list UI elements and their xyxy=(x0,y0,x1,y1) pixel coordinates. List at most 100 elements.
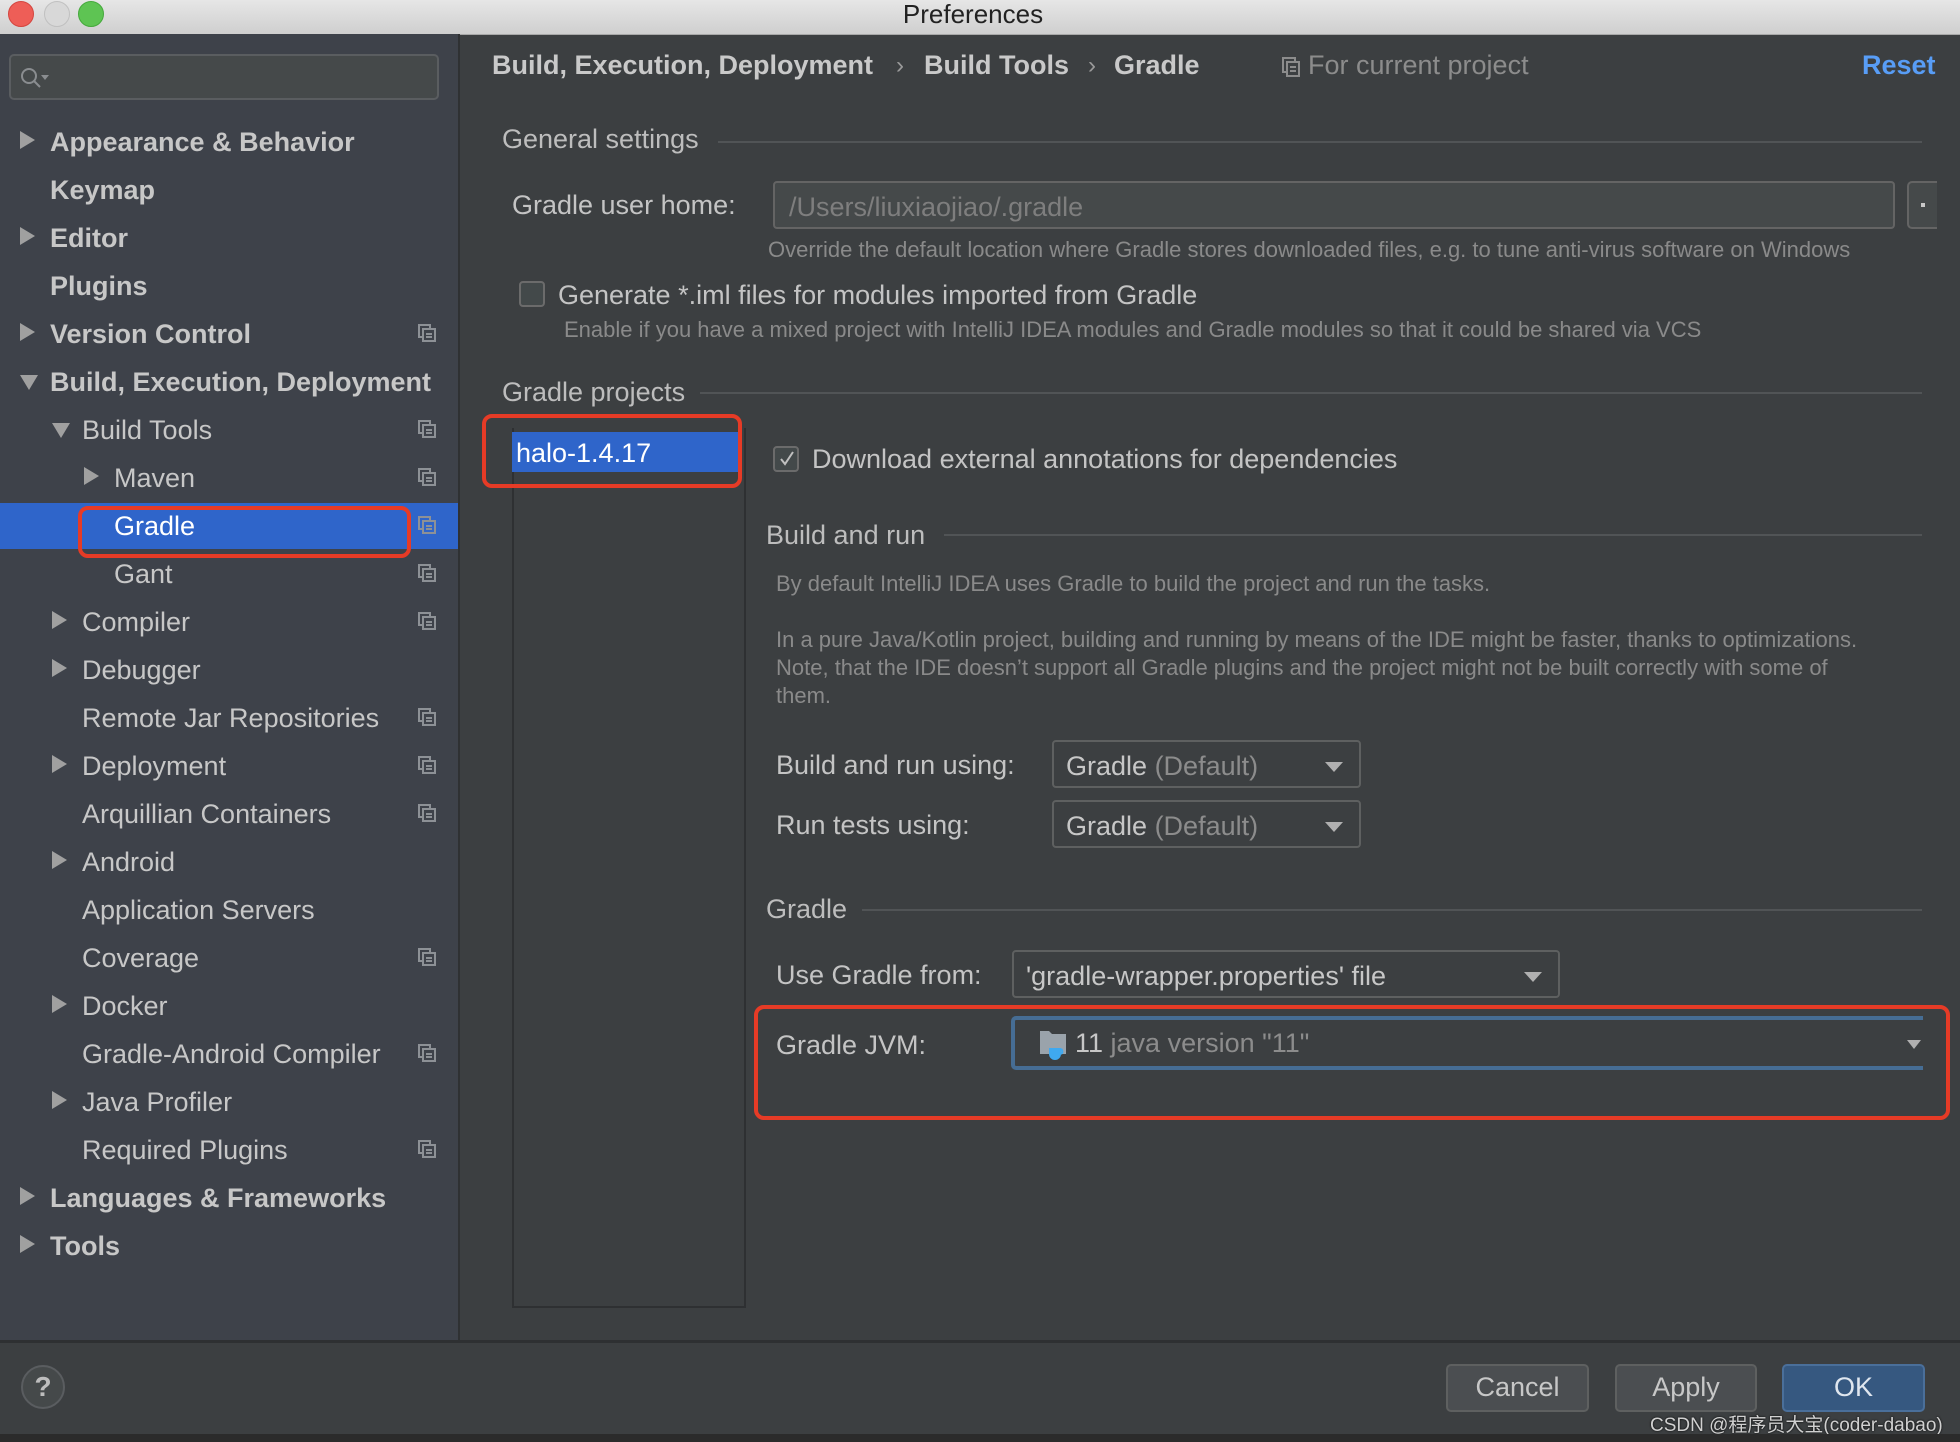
select-value: Gradle xyxy=(1066,811,1148,841)
ok-button[interactable]: OK xyxy=(1782,1364,1925,1412)
sidebar-item[interactable]: Languages & Frameworks xyxy=(0,1175,458,1221)
generate-iml-checkbox[interactable] xyxy=(519,281,545,307)
sidebar-item-label: Debugger xyxy=(82,655,201,685)
build-run-description: By default IntelliJ IDEA uses Gradle to … xyxy=(776,571,1491,596)
browse-dots-icon xyxy=(1921,203,1925,207)
project-level-icon xyxy=(418,804,436,822)
project-level-icon xyxy=(418,708,436,726)
sidebar-item[interactable]: Keymap xyxy=(0,167,458,213)
expand-right-icon[interactable] xyxy=(52,995,67,1013)
expand-right-icon[interactable] xyxy=(52,851,67,869)
sidebar-item[interactable]: Required Plugins xyxy=(0,1127,458,1173)
project-level-icon xyxy=(418,1044,436,1062)
sidebar-item-label: Deployment xyxy=(82,751,227,781)
sidebar-item[interactable]: Appearance & Behavior xyxy=(0,119,458,165)
sidebar-item-label: Languages & Frameworks xyxy=(50,1183,387,1213)
use-gradle-from-label: Use Gradle from: xyxy=(776,960,982,990)
sidebar-item-label: Tools xyxy=(50,1231,120,1261)
project-level-icon xyxy=(418,756,436,774)
select-value: 'gradle-wrapper.properties' file xyxy=(1026,961,1386,991)
run-tests-using-select[interactable]: Gradle (Default) xyxy=(1052,800,1361,848)
sidebar-item[interactable]: Remote Jar Repositories xyxy=(0,695,458,741)
breadcrumb-item[interactable]: Build Tools xyxy=(924,50,1069,81)
generate-iml-hint: Enable if you have a mixed project with … xyxy=(564,317,1702,342)
sidebar-item-label: Keymap xyxy=(50,175,156,205)
sidebar-item[interactable]: Compiler xyxy=(0,599,458,645)
generate-iml-label[interactable]: Generate *.iml files for modules importe… xyxy=(558,280,1197,311)
build-run-using-select[interactable]: Gradle (Default) xyxy=(1052,740,1361,788)
search-icon xyxy=(21,68,49,88)
expand-right-icon[interactable] xyxy=(20,323,35,341)
sidebar-item[interactable]: Android xyxy=(0,839,458,885)
build-run-description: In a pure Java/Kotlin project, building … xyxy=(776,627,1858,652)
sidebar-item[interactable]: Debugger xyxy=(0,647,458,693)
settings-search-input[interactable] xyxy=(9,54,439,100)
sidebar-item-label: Required Plugins xyxy=(82,1135,288,1165)
use-gradle-from-select[interactable]: 'gradle-wrapper.properties' file xyxy=(1012,950,1560,998)
project-level-icon xyxy=(418,1140,436,1158)
expand-down-icon[interactable] xyxy=(20,375,38,390)
section-divider xyxy=(700,392,1922,394)
project-level-icon xyxy=(418,468,436,486)
gradle-user-home-input[interactable]: /Users/liuxiaojiao/.gradle xyxy=(773,181,1895,229)
download-annotations-label[interactable]: Download external annotations for depend… xyxy=(812,444,1397,475)
expand-right-icon[interactable] xyxy=(52,755,67,773)
cancel-button[interactable]: Cancel xyxy=(1446,1364,1589,1412)
select-value-suffix: (Default) xyxy=(1154,811,1259,841)
sidebar-item-label: Compiler xyxy=(82,607,191,637)
expand-right-icon[interactable] xyxy=(84,467,99,485)
watermark: CSDN @程序员大宝(coder-dabao) xyxy=(1650,1415,1943,1436)
build-run-description: Note, that the IDE doesn’t support all G… xyxy=(776,655,1828,680)
sidebar-item-label: Gradle-Android Compiler xyxy=(82,1039,381,1069)
sidebar-item[interactable]: Deployment xyxy=(0,743,458,789)
highlight-annotation xyxy=(754,1005,1950,1120)
sidebar-item[interactable]: Docker xyxy=(0,983,458,1029)
build-and-run-title: Build and run xyxy=(766,520,926,550)
expand-right-icon[interactable] xyxy=(20,131,35,149)
sidebar-item[interactable]: Build Tools xyxy=(0,407,458,453)
expand-right-icon[interactable] xyxy=(20,227,35,245)
download-annotations-checkbox[interactable] xyxy=(773,446,799,472)
sidebar-item[interactable]: Maven xyxy=(0,455,458,501)
sidebar-item-label: Arquillian Containers xyxy=(82,799,332,829)
sidebar-item-label: Build Tools xyxy=(82,415,213,445)
sidebar-item[interactable]: Editor xyxy=(0,215,458,261)
sidebar-item-label: Build, Execution, Deployment xyxy=(50,367,432,397)
select-value: Gradle xyxy=(1066,751,1148,781)
gradle-user-home-value: /Users/liuxiaojiao/.gradle xyxy=(789,192,1084,222)
sidebar-item-label: Gant xyxy=(114,559,173,589)
gradle-section-title: Gradle xyxy=(766,894,848,924)
project-level-icon xyxy=(418,516,436,534)
expand-right-icon[interactable] xyxy=(20,1187,35,1205)
project-level-icon xyxy=(418,324,436,342)
sidebar-item-label: Coverage xyxy=(82,943,200,973)
run-tests-using-label: Run tests using: xyxy=(776,810,970,840)
sidebar-item[interactable]: Version Control xyxy=(0,311,458,357)
sidebar-item[interactable]: Coverage xyxy=(0,935,458,981)
expand-down-icon[interactable] xyxy=(52,423,70,438)
section-divider xyxy=(862,909,1922,911)
sidebar-item[interactable]: Arquillian Containers xyxy=(0,791,458,837)
expand-right-icon[interactable] xyxy=(52,1091,67,1109)
general-settings-title: General settings xyxy=(502,124,699,154)
sidebar-item[interactable]: Gradle-Android Compiler xyxy=(0,1031,458,1077)
gradle-user-home-hint: Override the default location where Grad… xyxy=(768,237,1851,262)
breadcrumb-item[interactable]: Build, Execution, Deployment xyxy=(492,50,873,81)
sidebar-item[interactable]: Build, Execution, Deployment xyxy=(0,359,458,405)
expand-right-icon[interactable] xyxy=(52,659,67,677)
highlight-annotation xyxy=(482,414,742,488)
browse-button[interactable] xyxy=(1907,181,1937,229)
help-button[interactable]: ? xyxy=(21,1365,65,1409)
apply-button[interactable]: Apply xyxy=(1615,1364,1757,1412)
breadcrumb-current: Gradle xyxy=(1114,50,1200,80)
sidebar-item-label: Plugins xyxy=(50,271,148,301)
sidebar-item[interactable]: Java Profiler xyxy=(0,1079,458,1125)
expand-right-icon[interactable] xyxy=(20,1235,35,1253)
expand-right-icon[interactable] xyxy=(52,611,67,629)
reset-link[interactable]: Reset xyxy=(1862,50,1936,81)
breadcrumb-separator: › xyxy=(896,52,904,79)
sidebar-item[interactable]: Plugins xyxy=(0,263,458,309)
sidebar-item[interactable]: Application Servers xyxy=(0,887,458,933)
sidebar-item[interactable]: Tools xyxy=(0,1223,458,1269)
project-level-icon xyxy=(418,564,436,582)
